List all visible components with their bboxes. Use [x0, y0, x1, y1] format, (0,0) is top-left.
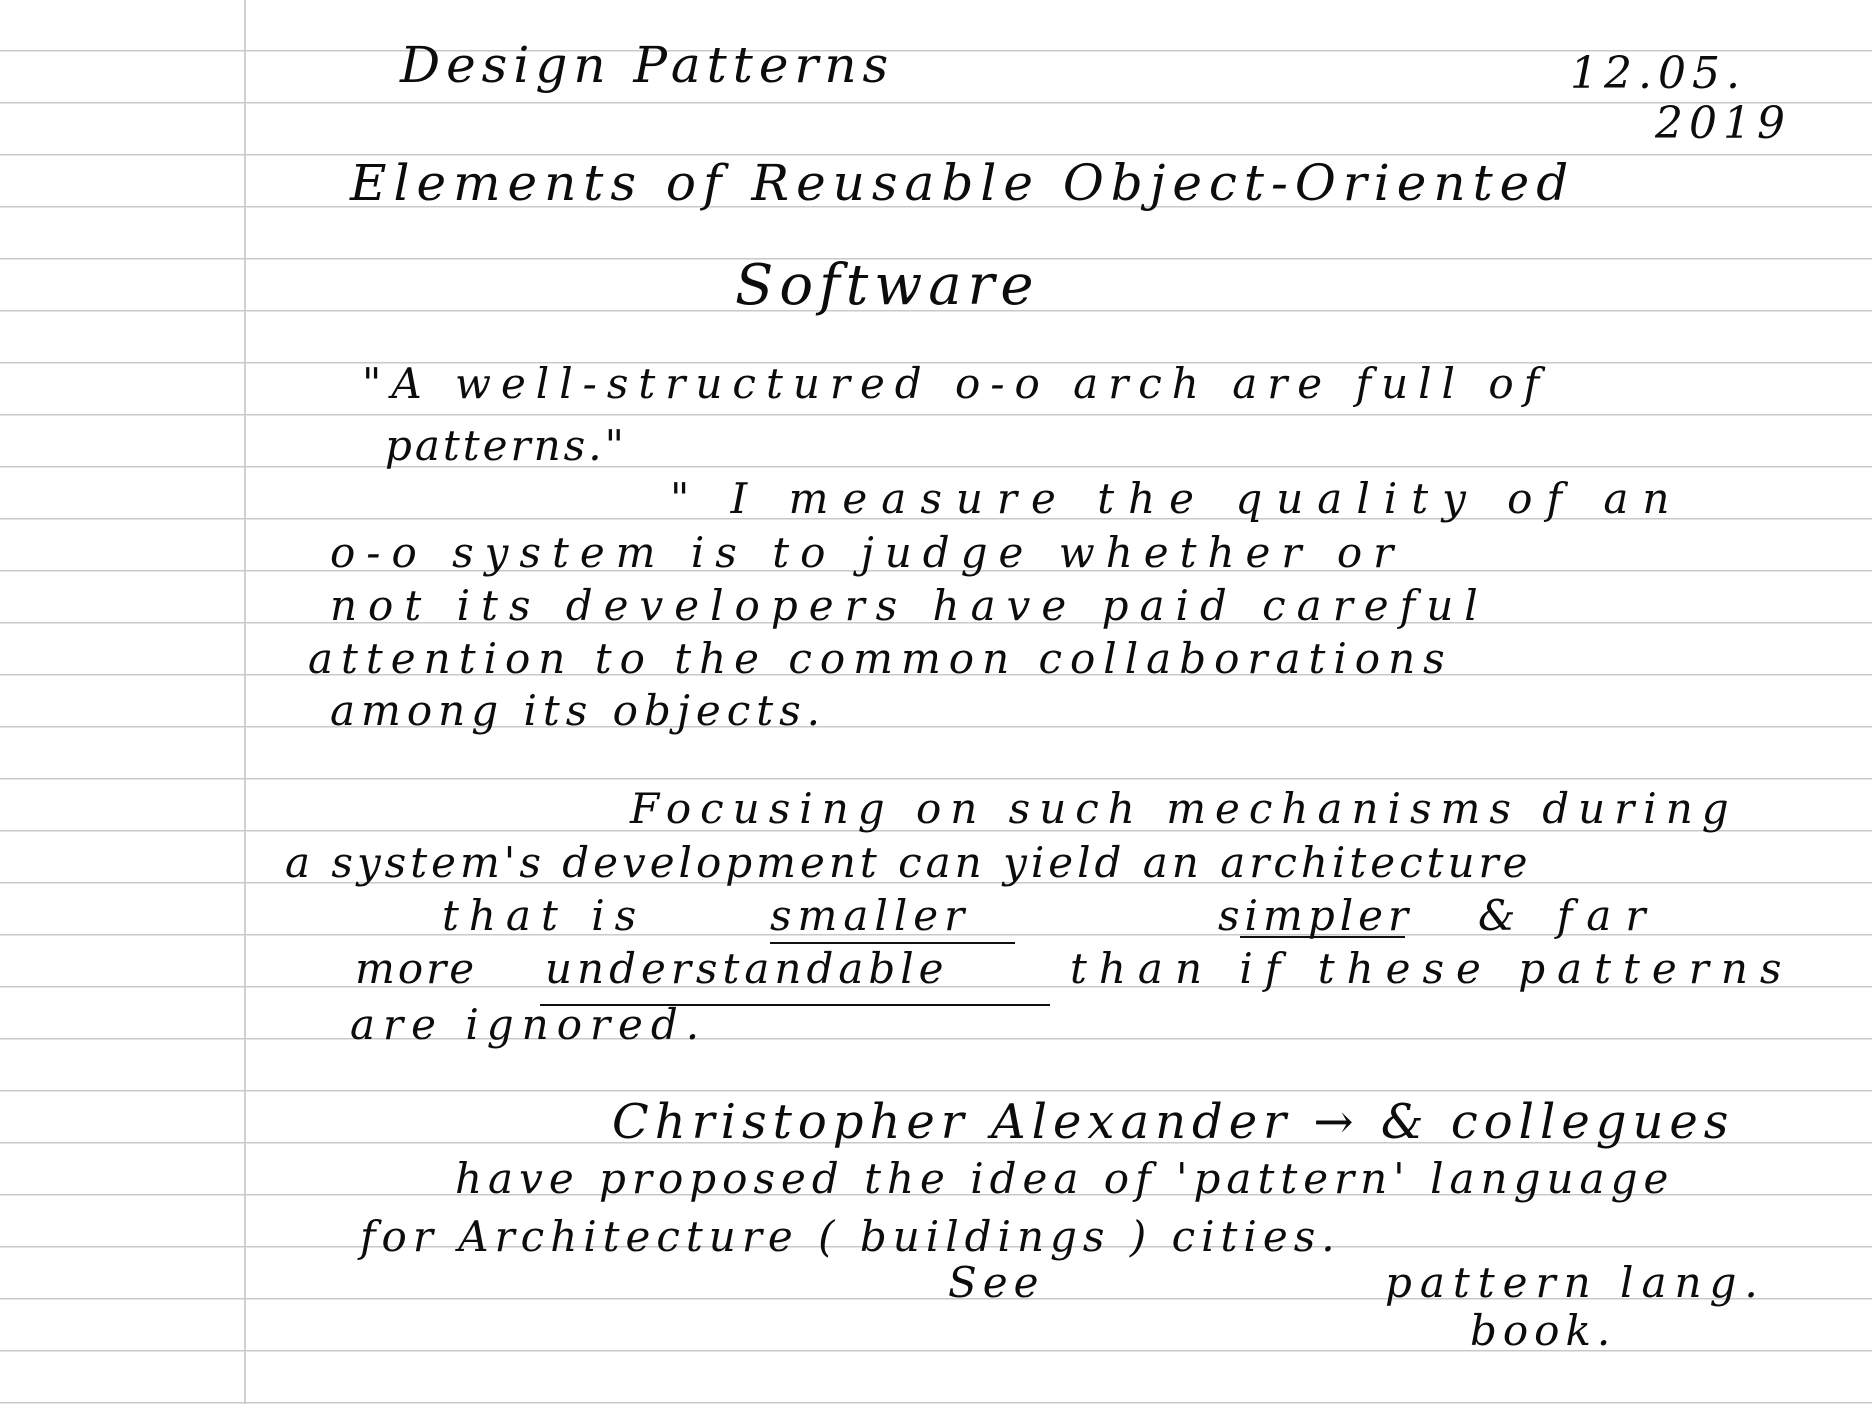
para-line-3-end: & far — [1478, 891, 1660, 940]
alexander-see: See — [948, 1258, 1045, 1307]
quote2-line-2: o-o system is to judge whether or — [330, 528, 1405, 577]
date-top: 12.05. — [1570, 48, 1746, 99]
lined-notebook-page: Design Patterns 12.05. 2019 Elements of … — [0, 0, 1872, 1404]
para-line-3-start: that is — [442, 891, 647, 940]
margin-line — [244, 0, 246, 1404]
title-line-1: Design Patterns — [400, 36, 895, 94]
underline-simpler — [1240, 936, 1405, 938]
quote2-line-3: not its developers have paid careful — [330, 581, 1489, 630]
para-line-1: Focusing on such mechanisms during — [630, 784, 1738, 833]
word-simpler: simpler — [1218, 891, 1414, 940]
alexander-line-3: for Architecture ( buildings ) cities. — [360, 1212, 1341, 1261]
alexander-line-2: have proposed the idea of 'pattern' lang… — [455, 1154, 1675, 1203]
word-understandable: understandable — [545, 944, 949, 993]
title-line-2: Elements of Reusable Object-Oriented — [350, 154, 1576, 212]
alexander-line-1: Christopher Alexander → & collegues — [612, 1094, 1735, 1150]
para-line-2: a system's development can yield an arch… — [285, 838, 1532, 887]
para-line-5: are ignored. — [350, 1000, 708, 1049]
title-line-3: Software — [735, 253, 1040, 318]
quote1-line-1: "A well-structured o-o arch are full of — [362, 359, 1550, 408]
quote2-line-1: " I measure the quality of an — [670, 474, 1684, 523]
para-line-4-start: more — [355, 944, 478, 993]
reference-line-2: book. — [1470, 1306, 1617, 1355]
quote1-line-2: patterns." — [385, 421, 627, 470]
date-bottom: 2019 — [1655, 98, 1791, 149]
para-line-4-end: than if these patterns — [1070, 944, 1794, 993]
quote2-line-5: among its objects. — [330, 686, 827, 735]
reference-line-1: pattern lang. — [1385, 1258, 1766, 1307]
word-smaller: smaller — [770, 891, 971, 940]
quote2-line-4: attention to the common collaborations — [308, 634, 1453, 683]
